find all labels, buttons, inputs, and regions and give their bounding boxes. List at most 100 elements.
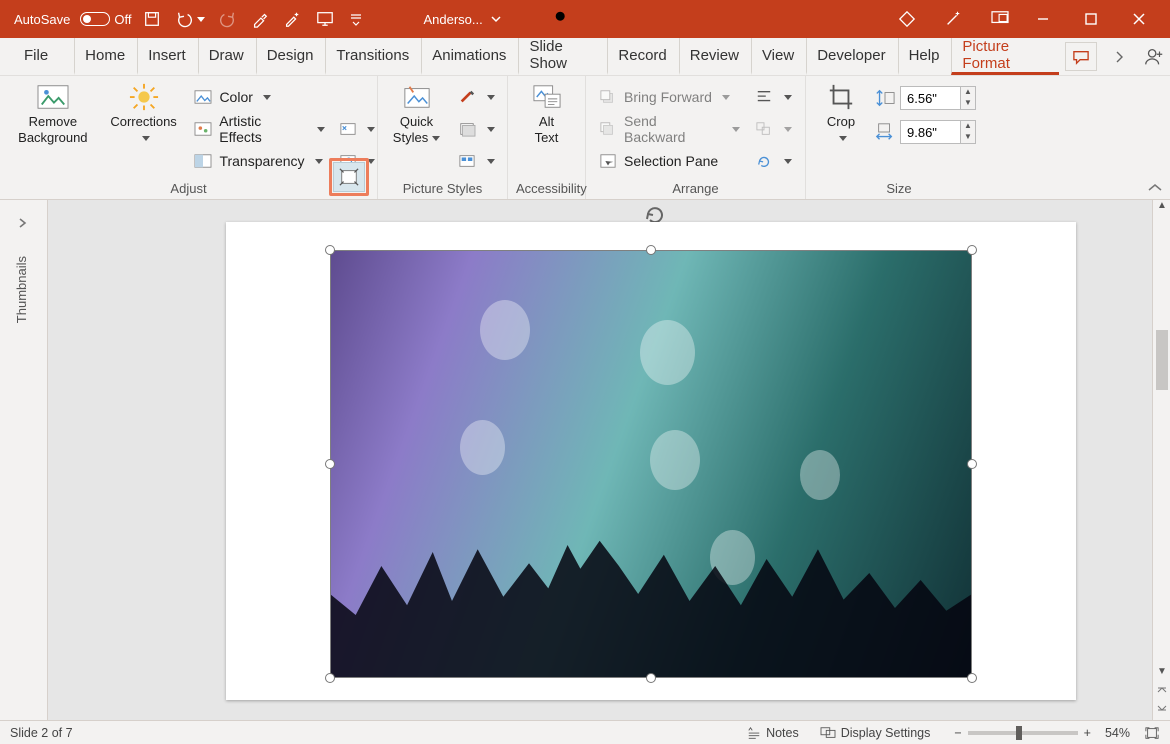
group-objects-button[interactable] xyxy=(750,116,796,142)
ribbon-overflow-button[interactable] xyxy=(1103,42,1135,71)
selected-picture[interactable] xyxy=(330,250,972,678)
tab-design[interactable]: Design xyxy=(256,38,324,75)
autosave-label: AutoSave xyxy=(14,12,70,27)
vertical-scrollbar[interactable]: ▲ ▼ xyxy=(1152,200,1170,720)
resize-handle-e[interactable] xyxy=(967,459,977,469)
document-title[interactable]: Anderso... xyxy=(423,12,502,27)
align-button[interactable] xyxy=(750,84,796,110)
picture-layout-button[interactable] xyxy=(453,148,499,174)
group-arrange: Bring Forward Send Backward Selection Pa… xyxy=(586,76,806,199)
qat-overflow-icon[interactable] xyxy=(349,12,363,26)
zoom-slider[interactable] xyxy=(968,731,1078,735)
picture-border-button[interactable] xyxy=(453,84,499,110)
size-group-label: Size xyxy=(814,179,984,199)
zoom-slider-knob[interactable] xyxy=(1016,726,1022,740)
resize-handle-w[interactable] xyxy=(325,459,335,469)
color-button[interactable]: Color xyxy=(189,84,329,110)
scroll-up-button[interactable]: ▲ xyxy=(1153,200,1170,218)
display-settings-button[interactable]: Display Settings xyxy=(819,726,931,740)
display-settings-label: Display Settings xyxy=(841,726,931,740)
zoom-out-button[interactable]: − xyxy=(954,726,961,740)
close-icon[interactable] xyxy=(1132,12,1146,26)
resize-handle-sw[interactable] xyxy=(325,673,335,683)
notes-button[interactable]: Notes xyxy=(746,726,799,740)
resize-handle-ne[interactable] xyxy=(967,245,977,255)
remove-background-button[interactable]: RemoveBackground xyxy=(8,80,98,145)
present-from-beginning-icon[interactable] xyxy=(315,10,335,28)
tab-draw[interactable]: Draw xyxy=(198,38,254,75)
tab-help[interactable]: Help xyxy=(898,38,950,75)
slide-canvas-area[interactable] xyxy=(48,200,1152,720)
tab-picture-format[interactable]: Picture Format xyxy=(951,38,1058,75)
remove-bg-line2: Background xyxy=(18,130,87,145)
compress-pictures-button[interactable] xyxy=(333,162,365,192)
height-up[interactable]: ▲ xyxy=(961,87,975,98)
corrections-icon xyxy=(128,82,160,112)
share-button[interactable] xyxy=(1138,38,1170,75)
alt-text-button[interactable]: AltText xyxy=(516,80,577,145)
next-slide-button[interactable] xyxy=(1153,702,1170,720)
search-button[interactable] xyxy=(553,9,571,30)
width-down[interactable]: ▼ xyxy=(961,132,975,143)
selection-pane-button[interactable]: Selection Pane xyxy=(594,148,744,174)
diamond-icon[interactable] xyxy=(898,10,916,28)
height-field[interactable] xyxy=(900,86,960,110)
scroll-down-button[interactable]: ▼ xyxy=(1153,666,1170,684)
tab-file[interactable]: File xyxy=(14,38,58,75)
transparency-button[interactable]: Transparency xyxy=(189,148,329,174)
tab-insert[interactable]: Insert xyxy=(137,38,196,75)
prev-slide-button[interactable] xyxy=(1153,684,1170,702)
tab-record[interactable]: Record xyxy=(607,38,676,75)
tab-view[interactable]: View xyxy=(751,38,804,75)
remove-background-icon xyxy=(36,82,70,112)
redo-icon[interactable] xyxy=(219,10,237,28)
slide-indicator[interactable]: Slide 2 of 7 xyxy=(10,726,73,740)
tab-transitions[interactable]: Transitions xyxy=(325,38,419,75)
change-picture-button[interactable] xyxy=(335,116,369,142)
picture-effects-button[interactable] xyxy=(453,116,499,142)
fit-to-window-icon[interactable] xyxy=(1144,726,1160,740)
width-up[interactable]: ▲ xyxy=(961,121,975,132)
pen-sparkle-icon[interactable] xyxy=(283,10,301,28)
artistic-label: Artistic Effects xyxy=(219,113,307,145)
resize-handle-nw[interactable] xyxy=(325,245,335,255)
resize-handle-n[interactable] xyxy=(646,245,656,255)
undo-button[interactable] xyxy=(175,10,205,28)
send-backward-button[interactable]: Send Backward xyxy=(594,116,744,142)
bring-forward-button[interactable]: Bring Forward xyxy=(594,84,744,110)
alt-line2: Text xyxy=(535,130,559,145)
tab-home[interactable]: Home xyxy=(74,38,135,75)
resize-handle-s[interactable] xyxy=(646,673,656,683)
rotate-icon xyxy=(755,153,773,169)
save-icon[interactable] xyxy=(143,10,161,28)
artistic-effects-button[interactable]: Artistic Effects xyxy=(189,116,329,142)
zoom-level[interactable]: 54% xyxy=(1105,726,1130,740)
corrections-button[interactable]: Corrections xyxy=(104,80,184,145)
height-down[interactable]: ▼ xyxy=(961,98,975,109)
minimize-icon[interactable] xyxy=(1036,12,1050,26)
collapse-ribbon-icon[interactable] xyxy=(1146,181,1164,195)
eyedropper-icon[interactable] xyxy=(251,10,269,28)
width-input[interactable]: ▲▼ xyxy=(900,120,976,144)
app-mode-icon[interactable] xyxy=(990,10,1010,26)
scroll-thumb[interactable] xyxy=(1156,330,1168,390)
tab-animations[interactable]: Animations xyxy=(421,38,516,75)
autosave-toggle[interactable]: Off xyxy=(76,12,131,27)
thumbnails-label: Thumbnails xyxy=(14,256,29,323)
tab-developer[interactable]: Developer xyxy=(806,38,895,75)
resize-handle-se[interactable] xyxy=(967,673,977,683)
wand-icon[interactable] xyxy=(944,10,962,28)
notes-icon xyxy=(746,726,762,740)
crop-button[interactable]: Crop xyxy=(814,80,868,145)
tab-review[interactable]: Review xyxy=(679,38,749,75)
maximize-icon[interactable] xyxy=(1084,12,1098,26)
height-input[interactable]: ▲▼ xyxy=(900,86,976,110)
tab-slideshow[interactable]: Slide Show xyxy=(518,38,605,75)
send-backward-icon xyxy=(599,121,617,137)
rotate-button[interactable] xyxy=(750,148,796,174)
quick-styles-button[interactable]: QuickStyles xyxy=(386,80,447,145)
width-field[interactable] xyxy=(900,120,960,144)
thumbnail-panel-collapsed[interactable]: Thumbnails xyxy=(0,200,48,720)
comments-button[interactable] xyxy=(1065,42,1097,71)
zoom-in-button[interactable]: + xyxy=(1084,726,1091,740)
